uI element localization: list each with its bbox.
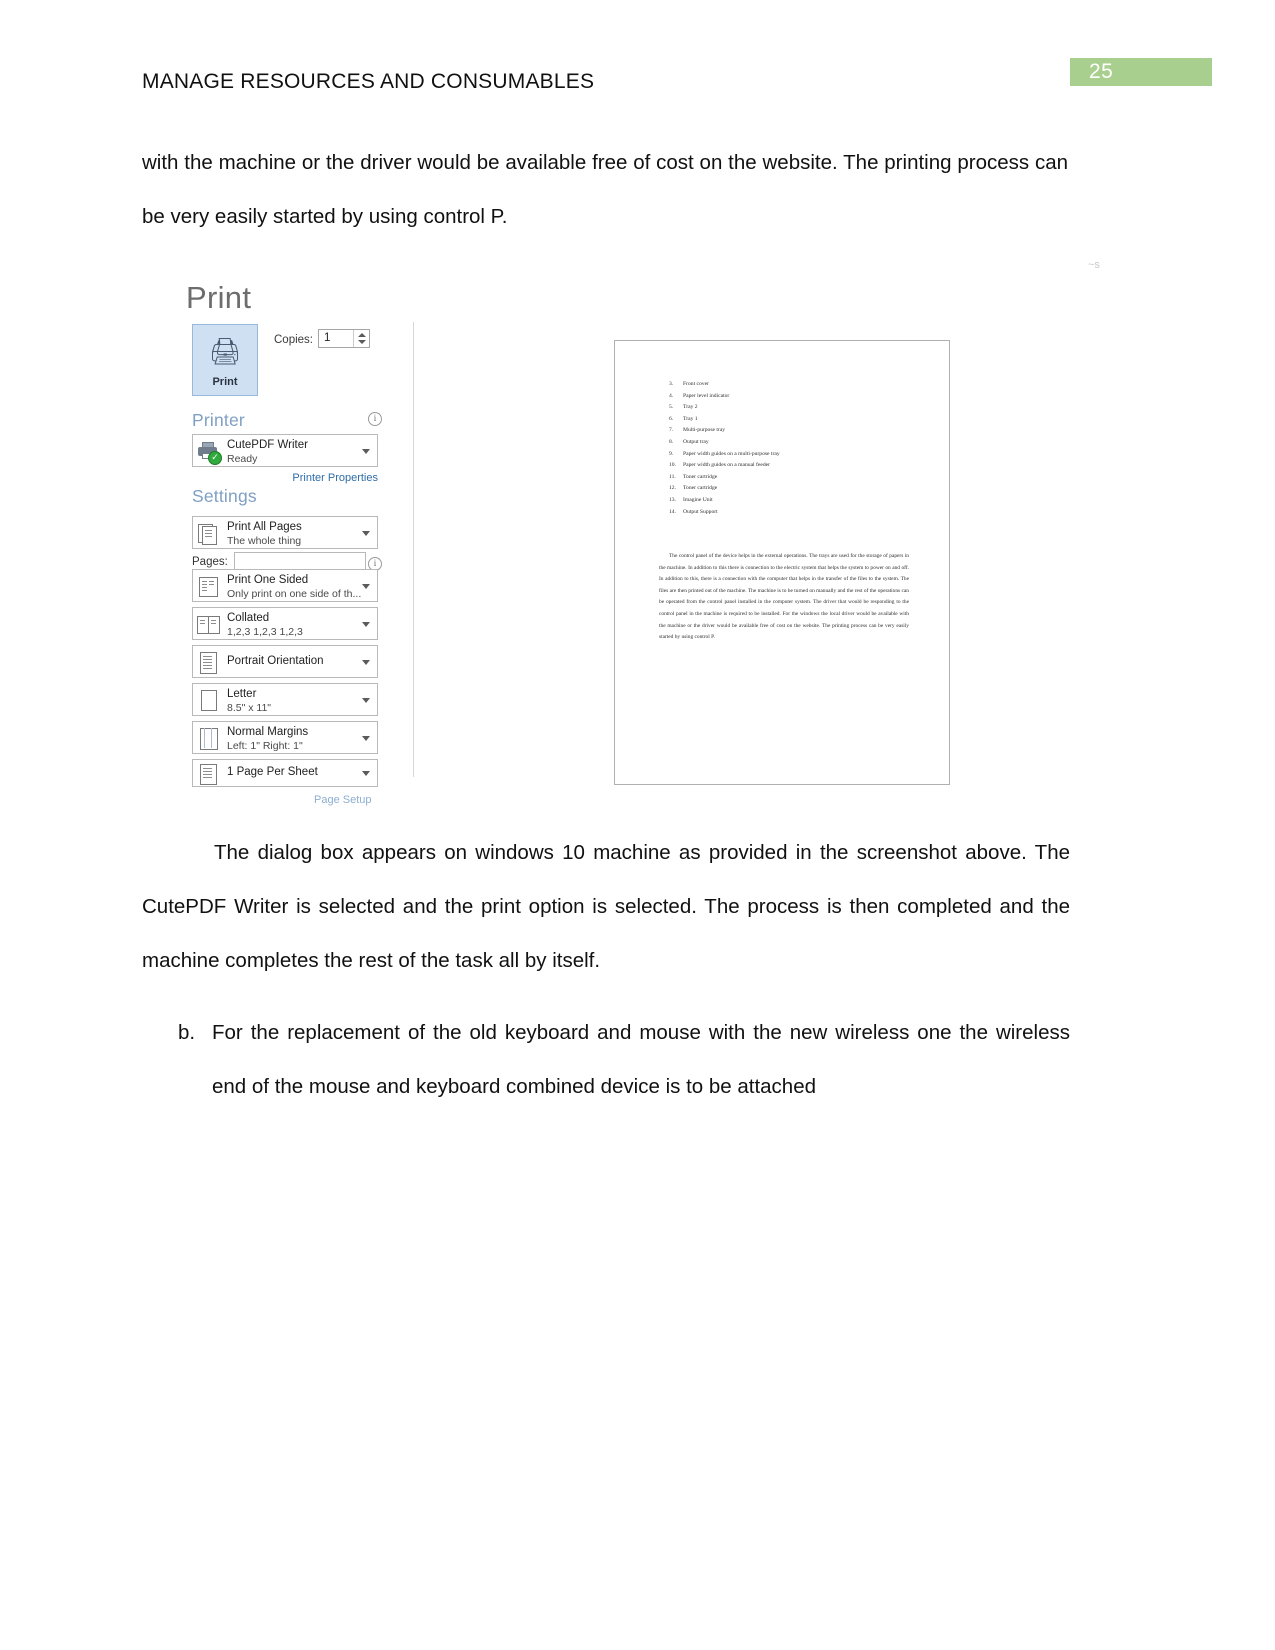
copies-stepper[interactable]: 1 <box>318 329 370 348</box>
printer-select[interactable]: ✓ CutePDF Writer Ready <box>192 434 378 467</box>
printer-icon: 🖨 <box>208 336 242 366</box>
chevron-down-icon[interactable] <box>362 659 370 665</box>
printer-name: CutePDF Writer <box>227 439 308 451</box>
portrait-icon <box>197 651 221 675</box>
collated-icon <box>197 613 221 637</box>
after-image-paragraph: The dialog box appears on windows 10 mac… <box>142 841 1070 972</box>
print-sides-primary: Print One Sided <box>227 574 309 586</box>
scan-artifact: ~s <box>1088 259 1100 271</box>
margins-secondary: Left: 1" Right: 1" <box>227 740 303 752</box>
list-item: 6. Tray 1 <box>669 415 698 422</box>
print-button[interactable]: 🖨 Print <box>192 324 258 396</box>
page-setup-link[interactable]: Page Setup <box>314 794 372 806</box>
spinner-down-icon[interactable] <box>358 340 366 344</box>
print-range-select[interactable]: Print All Pages The whole thing <box>192 516 378 549</box>
page-number-badge: 25 <box>1070 58 1212 86</box>
margins-icon <box>197 727 221 751</box>
chevron-down-icon[interactable] <box>362 530 370 536</box>
list-item: 12. Toner cartridge <box>669 485 718 492</box>
one-sided-icon <box>197 575 221 599</box>
print-button-label: Print <box>212 376 238 388</box>
list-item: 5. Tray 2 <box>669 404 698 411</box>
paper-size-icon <box>197 689 221 713</box>
copies-spinner[interactable] <box>353 330 369 347</box>
orientation-select[interactable]: Portrait Orientation <box>192 645 378 678</box>
paper-size-select[interactable]: Letter 8.5" x 11" <box>192 683 378 716</box>
list-item: 3. Front cover <box>669 381 709 387</box>
chevron-down-icon[interactable] <box>362 735 370 741</box>
printer-properties-link[interactable]: Printer Properties <box>292 472 378 484</box>
printer-info-icon[interactable]: i <box>368 412 382 426</box>
margins-primary: Normal Margins <box>227 726 309 738</box>
pages-per-sheet-icon <box>197 763 221 787</box>
printer-status: Ready <box>227 453 258 465</box>
list-item: 11. Toner cartridge <box>669 473 718 480</box>
lettered-list-item-b: b. For the replacement of the old keyboa… <box>178 1006 1070 1114</box>
print-heading: Print <box>186 280 252 315</box>
orientation-primary: Portrait Orientation <box>227 655 324 667</box>
print-range-primary: Print All Pages <box>227 521 302 533</box>
print-dialog-screenshot: Print 🖨 Print Copies: 1 Printer i ✓ Cute… <box>186 272 976 806</box>
panel-divider <box>413 322 414 777</box>
list-item: 10. Paper width guides on a manual feeder <box>669 462 770 469</box>
list-item: 14. Output Support <box>669 508 718 515</box>
all-pages-icon <box>197 522 221 546</box>
chevron-down-icon[interactable] <box>362 583 370 589</box>
chevron-down-icon[interactable] <box>362 771 370 776</box>
pages-per-sheet-primary: 1 Page Per Sheet <box>227 766 318 778</box>
preview-paragraph: The control panel of the device helps in… <box>659 553 909 641</box>
chevron-down-icon[interactable] <box>362 621 370 627</box>
printer-section-heading: Printer <box>192 410 245 430</box>
copies-value: 1 <box>324 332 331 344</box>
chevron-down-icon[interactable] <box>362 697 370 703</box>
settings-section-heading: Settings <box>192 486 257 506</box>
collation-secondary: 1,2,3 1,2,3 1,2,3 <box>227 626 303 638</box>
list-item: 8. Output tray <box>669 438 709 445</box>
list-marker: b. <box>178 1021 196 1044</box>
print-sides-select[interactable]: Print One Sided Only print on one side o… <box>192 569 378 602</box>
list-item: 13. Imagine Unit <box>669 496 713 503</box>
collation-primary: Collated <box>227 612 270 624</box>
print-sides-secondary: Only print on one side of th... <box>227 588 362 600</box>
printer-status-icon: ✓ <box>197 440 222 465</box>
print-range-secondary: The whole thing <box>227 535 302 547</box>
copies-label: Copies: <box>274 334 313 346</box>
list-item: 7. Multi-purpose tray <box>669 427 726 434</box>
preview-numbered-list: 3. Front cover 4. Paper level indicator 5.… <box>669 379 929 518</box>
pages-input[interactable] <box>234 552 366 570</box>
paper-size-primary: Letter <box>227 688 257 700</box>
intro-paragraph: with the machine or the driver would be … <box>142 151 1068 228</box>
list-item: 9. Paper width guides on a multi-purpose … <box>669 450 780 457</box>
print-preview-page: 3. Front cover 4. Paper level indicator 5.… <box>614 340 950 785</box>
pages-label: Pages: <box>192 556 228 568</box>
collation-select[interactable]: Collated 1,2,3 1,2,3 1,2,3 <box>192 607 378 640</box>
pages-per-sheet-select[interactable]: 1 Page Per Sheet <box>192 759 378 787</box>
margins-select[interactable]: Normal Margins Left: 1" Right: 1" <box>192 721 378 754</box>
page-title: MANAGE RESOURCES AND CONSUMABLES <box>142 70 595 93</box>
list-item: 4. Paper level indicator <box>669 392 730 399</box>
list-item-text: For the replacement of the old keyboard … <box>212 1021 1070 1098</box>
paper-size-secondary: 8.5" x 11" <box>227 702 272 714</box>
chevron-down-icon[interactable] <box>362 448 370 454</box>
spinner-up-icon[interactable] <box>358 333 366 337</box>
